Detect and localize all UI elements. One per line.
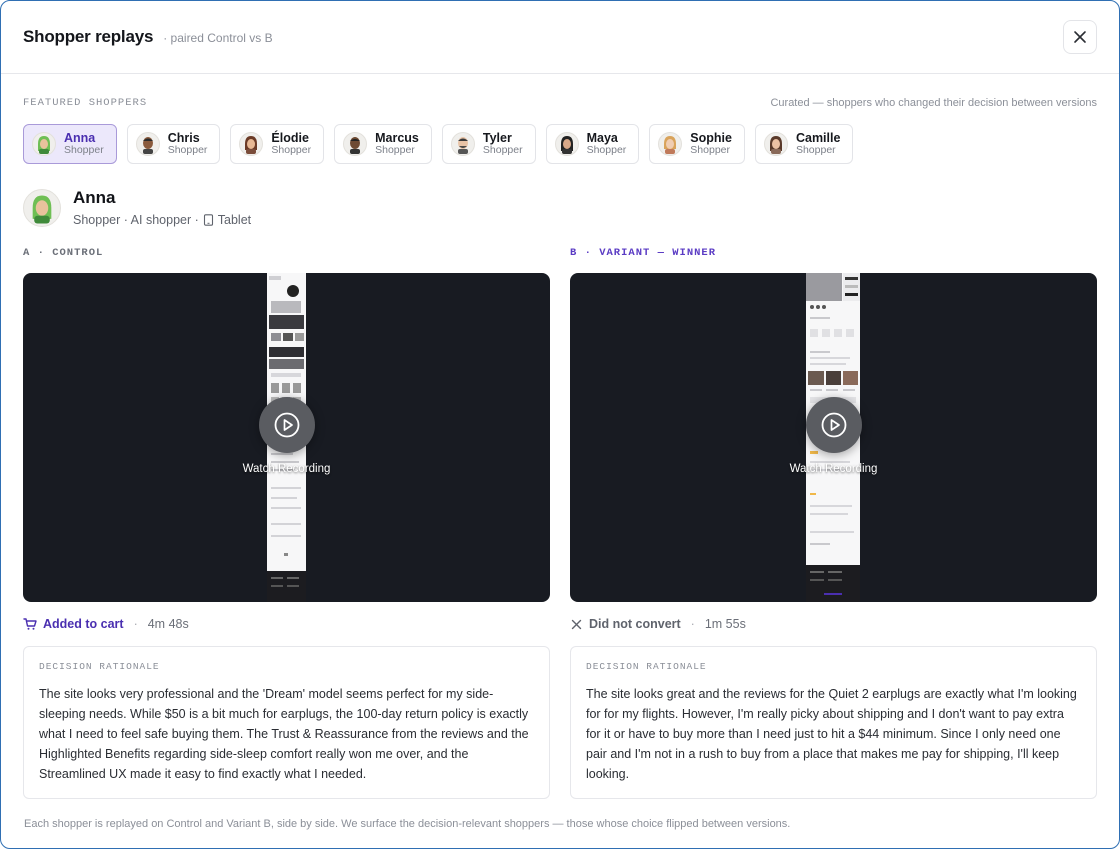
shopper-chips: Anna Shopper Chris Shopper Élodie Shoppe… xyxy=(23,124,1097,164)
shopper-chip-tyler[interactable]: Tyler Shopper xyxy=(441,124,536,164)
separator: · xyxy=(133,617,138,631)
variant-recording-player[interactable]: Watch Recording xyxy=(570,273,1097,602)
play-icon xyxy=(274,412,299,438)
shopper-chip-elodie[interactable]: Élodie Shopper xyxy=(230,124,325,164)
variant-column: B · VARIANT — WINNER Watch Recording Did… xyxy=(570,247,1097,799)
variant-label: B · VARIANT — WINNER xyxy=(570,247,717,259)
rationale-text: The site looks very professional and the… xyxy=(39,687,529,781)
shopper-chip-anna[interactable]: Anna Shopper xyxy=(23,124,117,164)
shopper-chip-chris[interactable]: Chris Shopper xyxy=(126,124,221,164)
featured-shoppers-note: Curated — shoppers who changed their dec… xyxy=(770,97,1097,109)
selected-shopper-profile: Anna Shopper · AI shopper · Tablet xyxy=(23,188,1097,227)
control-outcome: Added to cart · 4m 48s xyxy=(23,617,550,631)
avatar xyxy=(450,132,475,156)
profile-meta: Shopper · AI shopper · Tablet xyxy=(73,213,251,227)
shopper-chip-maya[interactable]: Maya Shopper xyxy=(545,124,640,164)
separator: · xyxy=(690,617,695,631)
chip-role: Shopper xyxy=(271,144,312,157)
variant-play-button[interactable] xyxy=(805,397,862,453)
modal-header: Shopper replays · paired Control vs B xyxy=(1,1,1119,74)
chip-role: Shopper xyxy=(690,144,730,157)
profile-meta-text: Shopper · AI shopper · xyxy=(73,213,199,227)
featured-shoppers-title: FEATURED SHOPPERS xyxy=(23,97,148,109)
cart-icon xyxy=(23,618,37,630)
avatar xyxy=(23,188,61,227)
control-recording-player[interactable]: Watch Recording xyxy=(23,273,550,602)
variant-duration: 1m 55s xyxy=(704,617,746,631)
x-icon xyxy=(571,619,582,629)
control-duration: 4m 48s xyxy=(147,617,189,631)
avatar xyxy=(135,132,160,156)
close-icon xyxy=(1074,31,1086,43)
chip-role: Shopper xyxy=(586,144,627,157)
modal-subtitle: · paired Control vs B xyxy=(163,30,273,45)
chip-role: Shopper xyxy=(482,144,523,157)
variant-outcome-label: Did not convert xyxy=(589,617,681,631)
control-play-button[interactable] xyxy=(258,397,315,453)
avatar xyxy=(32,132,56,156)
tablet-icon xyxy=(203,214,213,226)
avatar xyxy=(239,132,264,156)
shopper-chip-marcus[interactable]: Marcus Shopper xyxy=(334,124,432,164)
close-button[interactable] xyxy=(1063,20,1097,54)
variant-watch-label: Watch Recording xyxy=(789,463,878,475)
control-watch-label: Watch Recording xyxy=(242,463,331,475)
chip-role: Shopper xyxy=(167,144,208,157)
rationale-text: The site looks great and the reviews for… xyxy=(586,687,1077,781)
footnote: Each shopper is replayed on Control and … xyxy=(24,818,791,830)
featured-shoppers-header: FEATURED SHOPPERS Curated — shoppers who… xyxy=(23,97,1097,109)
rationale-title: DECISION RATIONALE xyxy=(39,661,160,672)
avatar xyxy=(658,132,683,156)
variant-decision-rationale: DECISION RATIONALE The site looks great … xyxy=(570,646,1097,799)
avatar xyxy=(763,132,788,156)
comparison-columns: A · CONTROL Watch Recording Added to car… xyxy=(23,247,1097,799)
variant-outcome: Did not convert · 1m 55s xyxy=(570,617,1097,631)
profile-device: Tablet xyxy=(217,213,252,227)
control-decision-rationale: DECISION RATIONALE The site looks very p… xyxy=(23,646,550,799)
modal-title: Shopper replays xyxy=(23,27,154,46)
profile-name: Anna xyxy=(73,188,116,207)
shopper-replays-modal: Shopper replays · paired Control vs B FE… xyxy=(0,0,1120,849)
rationale-title: DECISION RATIONALE xyxy=(586,661,707,672)
chip-role: Shopper xyxy=(375,144,415,157)
shopper-chip-sophie[interactable]: Sophie Shopper xyxy=(649,124,745,164)
control-outcome-label: Added to cart xyxy=(43,617,124,631)
avatar xyxy=(343,132,368,156)
chip-role: Shopper xyxy=(64,144,104,157)
control-column: A · CONTROL Watch Recording Added to car… xyxy=(23,247,550,799)
chip-role: Shopper xyxy=(795,144,836,157)
shopper-chip-camille[interactable]: Camille Shopper xyxy=(754,124,854,164)
control-label: A · CONTROL xyxy=(23,247,104,259)
play-icon xyxy=(821,412,846,438)
avatar xyxy=(554,132,579,156)
